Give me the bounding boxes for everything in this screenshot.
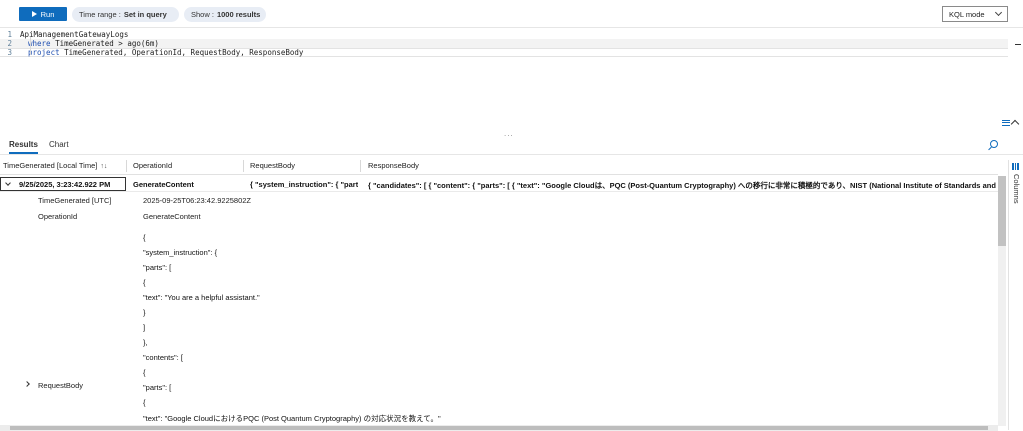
detail-label: RequestBody xyxy=(38,381,84,390)
json-line: } xyxy=(143,308,146,317)
time-range-button[interactable]: Time range : Set in query xyxy=(72,7,179,22)
code-line-1[interactable]: 1 ApiManagementGatewayLogs xyxy=(0,30,1008,39)
scrollbar-thumb[interactable] xyxy=(10,426,988,430)
column-separator[interactable] xyxy=(360,160,361,172)
columns-panel-toggle[interactable]: Columns xyxy=(1008,160,1023,430)
show-label: Show : xyxy=(191,10,214,19)
json-line: "parts": [ xyxy=(143,263,172,272)
column-separator[interactable] xyxy=(126,160,127,172)
json-line: "system_instruction": { xyxy=(143,248,218,257)
cell-response[interactable]: { "candidates": [ { "content": { "parts"… xyxy=(368,180,996,191)
detail-label: OperationId xyxy=(38,212,78,221)
indent-guide xyxy=(30,37,31,55)
table-row[interactable]: 9/25/2025, 3:23:42.922 PM GenerateConten… xyxy=(0,176,998,192)
columns-label: Columns xyxy=(1012,174,1021,204)
json-line: ] xyxy=(143,323,146,332)
show-results-button[interactable]: Show : 1000 results xyxy=(184,7,266,22)
editor-tools xyxy=(1002,118,1020,129)
show-value: 1000 results xyxy=(216,10,261,19)
json-line: "parts": [ xyxy=(143,383,172,392)
column-header-responsebody[interactable]: ResponseBody xyxy=(368,161,419,170)
table-header: TimeGenerated [Local Time] ↑↓ OperationId… xyxy=(0,157,998,175)
line-number: 3 xyxy=(7,48,12,57)
search-icon[interactable] xyxy=(990,140,998,148)
json-line: "text": "Google CloudにおけるPQC (Post Quant… xyxy=(143,414,441,423)
cell-time[interactable]: 9/25/2025, 3:23:42.922 PM xyxy=(0,177,126,191)
chevron-right-icon[interactable] xyxy=(24,381,30,387)
chevron-down-icon[interactable] xyxy=(5,180,11,186)
play-icon xyxy=(31,11,37,17)
json-line: "contents": [ xyxy=(143,353,183,362)
chevron-down-icon xyxy=(994,8,1003,17)
query-toolbar: Run Time range : Set in query Show : 100… xyxy=(0,0,1023,28)
code-line-3[interactable]: 3 project TimeGenerated, OperationId, Re… xyxy=(0,48,1008,57)
run-label: Run xyxy=(40,9,55,19)
json-line: }, xyxy=(143,338,148,347)
code-text: ApiManagementGatewayLogs xyxy=(20,30,129,39)
collapse-up-icon[interactable] xyxy=(1010,119,1020,129)
detail-value: GenerateContent xyxy=(143,212,201,221)
overview-ruler-mark xyxy=(1015,44,1021,45)
horizontal-scrollbar[interactable] xyxy=(0,425,998,431)
run-button[interactable]: Run xyxy=(19,7,67,21)
scrollbar-thumb[interactable] xyxy=(998,176,1006,246)
time-range-label: Time range : xyxy=(79,10,121,19)
json-line: { xyxy=(143,233,146,242)
line-number: 1 xyxy=(7,30,12,39)
code-text: TimeGenerated, OperationId, RequestBody,… xyxy=(59,48,304,57)
sort-icon[interactable]: ↑↓ xyxy=(100,163,107,170)
column-header-operationid[interactable]: OperationId xyxy=(133,161,172,170)
format-lines-icon[interactable] xyxy=(1002,119,1010,126)
json-line: { xyxy=(143,278,146,287)
query-mode-value: KQL mode xyxy=(949,9,985,19)
code-line-2[interactable]: 2 where TimeGenerated > ago(6m) xyxy=(0,39,1008,48)
column-header-requestbody[interactable]: RequestBody xyxy=(250,161,295,170)
cell-operation[interactable]: GenerateContent xyxy=(133,180,194,189)
column-separator[interactable] xyxy=(243,160,244,172)
query-editor[interactable]: 1 ApiManagementGatewayLogs 2 where TimeG… xyxy=(0,28,1023,134)
json-line: { xyxy=(143,398,146,407)
columns-icon xyxy=(1012,163,1020,170)
results-tabs: Results Chart xyxy=(0,137,1023,155)
detail-value: 2025-09-25T06:23:42.9225802Z xyxy=(143,196,252,205)
column-header-timegenerated[interactable]: TimeGenerated [Local Time] ↑↓ xyxy=(3,161,107,170)
cell-request[interactable]: { "system_instruction": { "parts... xyxy=(250,180,358,189)
time-range-value: Set in query xyxy=(123,10,167,19)
detail-label: TimeGenerated [UTC] xyxy=(38,196,112,205)
code-keyword: where xyxy=(28,39,51,48)
tab-chart[interactable]: Chart xyxy=(49,140,69,149)
json-line: { xyxy=(143,368,146,377)
query-mode-select[interactable]: KQL mode xyxy=(942,6,1008,22)
line-number: 2 xyxy=(7,39,12,48)
code-text: TimeGenerated > ago(6m) xyxy=(50,39,159,48)
tab-results[interactable]: Results xyxy=(9,140,38,154)
code-keyword: project xyxy=(28,48,60,57)
vertical-scrollbar[interactable] xyxy=(998,176,1006,426)
json-line: "text": "You are a helpful assistant." xyxy=(143,293,260,302)
